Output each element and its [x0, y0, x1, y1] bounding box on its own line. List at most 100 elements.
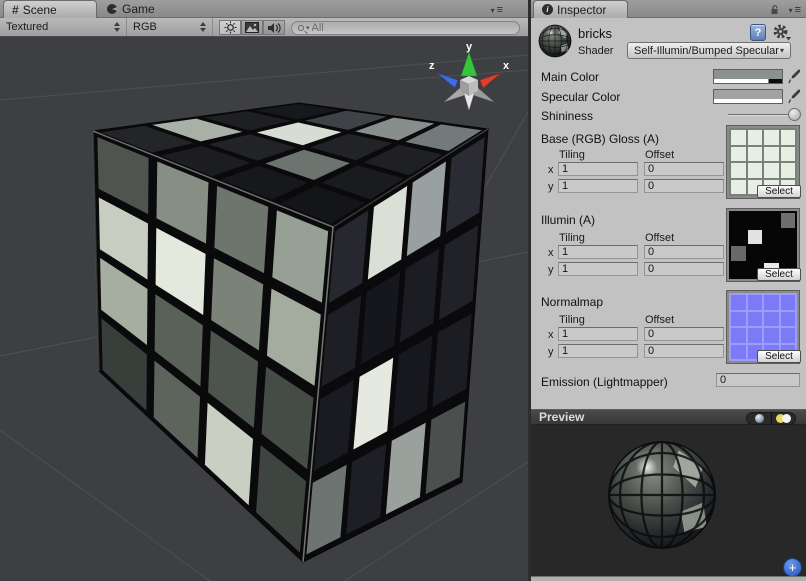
- lighting-toggle-button[interactable]: [219, 20, 241, 35]
- search-filter-chevron-icon: ▾: [306, 24, 310, 32]
- texture-section-label: Normalmap: [541, 295, 603, 309]
- tiling-y-input[interactable]: [558, 179, 638, 193]
- preview-area[interactable]: +: [531, 425, 806, 576]
- texture-cell: [731, 312, 746, 327]
- texture-cell: [731, 295, 746, 310]
- eyedropper-icon[interactable]: [788, 88, 801, 104]
- y-row-label: y: [548, 346, 554, 358]
- add-button[interactable]: +: [783, 558, 802, 577]
- tiling-x-input[interactable]: [558, 245, 638, 259]
- select-texture-button[interactable]: Select: [757, 268, 801, 281]
- select-texture-button[interactable]: Select: [757, 185, 801, 198]
- info-icon: i: [542, 4, 553, 15]
- scene-panel-menu[interactable]: ▾ ≡: [491, 4, 504, 16]
- texture-cell: [764, 312, 779, 327]
- tiling-x-input[interactable]: [558, 327, 638, 341]
- main-color-swatch[interactable]: [713, 69, 783, 84]
- texture-cell: [781, 295, 796, 310]
- tab-game[interactable]: Game: [106, 0, 155, 18]
- updown-arrows-icon: [114, 22, 120, 32]
- offset-header: Offset: [645, 314, 674, 326]
- texture-cell: [731, 180, 746, 195]
- texture-cell: [781, 230, 796, 245]
- texture-cell: [748, 213, 763, 228]
- tab-inspector[interactable]: i Inspector: [533, 0, 628, 18]
- select-texture-button[interactable]: Select: [757, 350, 801, 363]
- specular-color-swatch[interactable]: [713, 89, 783, 104]
- shader-value: Self-Illumin/Bumped Specular: [634, 45, 780, 57]
- texture-cell: [731, 263, 746, 278]
- offset-x-input[interactable]: [644, 327, 724, 341]
- search-icon: [298, 25, 304, 31]
- gizmo-axis-y[interactable]: y: [461, 41, 477, 76]
- audio-toggle-button[interactable]: [263, 20, 285, 35]
- texture-cell: [781, 246, 796, 261]
- x-row-label: x: [548, 247, 554, 259]
- texture-cell: [748, 312, 763, 327]
- tab-game-label: Game: [122, 2, 155, 16]
- skybox-toggle-button[interactable]: [241, 20, 263, 35]
- texture-section-label: Illumin (A): [541, 213, 595, 227]
- texture-cell: [731, 213, 746, 228]
- offset-header: Offset: [645, 232, 674, 244]
- select-button-label: Select: [765, 269, 793, 280]
- preview-title: Preview: [539, 410, 584, 424]
- preview-lighting-button[interactable]: [771, 413, 795, 424]
- eyedropper-icon[interactable]: [788, 68, 801, 84]
- offset-y-input[interactable]: [644, 262, 724, 276]
- lighting-toggle-icon: [776, 414, 792, 423]
- gear-menu-button[interactable]: [772, 23, 792, 42]
- texture-cell: [731, 328, 746, 343]
- preview-mesh-button[interactable]: [747, 413, 771, 424]
- chevron-down-icon: ▾: [780, 46, 784, 55]
- texture-cell: [731, 246, 746, 261]
- gizmo-axis-x[interactable]: x: [480, 60, 510, 88]
- shader-label: Shader: [578, 45, 613, 57]
- x-row-label: x: [548, 164, 554, 176]
- shader-dropdown[interactable]: Self-Illumin/Bumped Specular ▾: [627, 42, 791, 59]
- offset-x-input[interactable]: [644, 245, 724, 259]
- inspector-panel-menu[interactable]: ▾ ≡: [789, 4, 802, 16]
- texture-cell: [781, 163, 796, 178]
- image-icon: [245, 22, 259, 33]
- tiling-header: Tiling: [559, 232, 585, 244]
- search-input[interactable]: [312, 22, 482, 34]
- tiling-y-input[interactable]: [558, 262, 638, 276]
- texture-cell: [764, 246, 779, 261]
- render-mode-dropdown[interactable]: Textured: [0, 18, 127, 36]
- chevron-down-icon: ▾: [491, 6, 496, 15]
- tiling-header: Tiling: [559, 149, 585, 161]
- offset-y-input[interactable]: [644, 179, 724, 193]
- tiling-x-input[interactable]: [558, 162, 638, 176]
- tiling-y-input[interactable]: [558, 344, 638, 358]
- texture-cell: [748, 230, 763, 245]
- preview-header[interactable]: Preview: [531, 409, 806, 425]
- emission-input[interactable]: [716, 373, 800, 387]
- hamburger-menu-icon: ≡: [795, 4, 802, 16]
- scene-viewport[interactable]: y x z: [0, 37, 528, 581]
- shininess-label: Shininess: [541, 109, 593, 123]
- offset-y-input[interactable]: [644, 344, 724, 358]
- scene-search-field[interactable]: ▾: [291, 21, 520, 35]
- texture-cell: [748, 295, 763, 310]
- lock-icon[interactable]: [770, 5, 780, 15]
- texture-cell: [731, 230, 746, 245]
- shininess-slider-thumb[interactable]: [788, 108, 801, 121]
- material-thumbnail[interactable]: [538, 24, 572, 58]
- texture-cell: [731, 345, 746, 360]
- speaker-icon: [267, 22, 281, 34]
- texture-cell: [781, 328, 796, 343]
- texture-cell: [764, 230, 779, 245]
- alpha-bar: [714, 79, 782, 83]
- y-row-label: y: [548, 264, 554, 276]
- material-name: bricks: [578, 26, 612, 41]
- texture-cell: [781, 147, 796, 162]
- help-button[interactable]: ?: [750, 24, 766, 41]
- tab-inspector-label: Inspector: [557, 3, 606, 17]
- gizmo-axis-z[interactable]: z: [429, 60, 458, 88]
- tab-scene[interactable]: # Scene: [3, 0, 97, 18]
- channel-dropdown[interactable]: RGB: [127, 18, 213, 36]
- textured-cube-object[interactable]: [93, 103, 488, 562]
- scene-orientation-gizmo[interactable]: y x z: [422, 38, 522, 120]
- offset-x-input[interactable]: [644, 162, 724, 176]
